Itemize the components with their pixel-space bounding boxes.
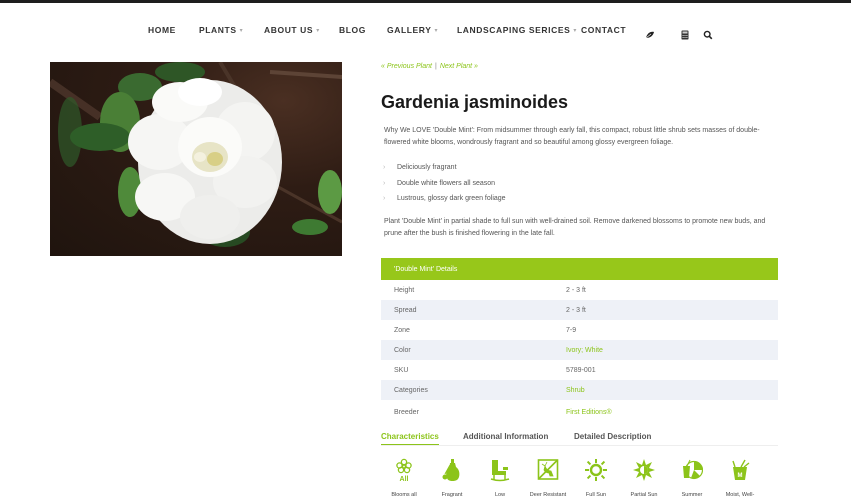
characteristic-label: Fragrant	[441, 492, 463, 498]
characteristic-low-maintenance: Low	[477, 458, 523, 498]
list-item: › Deliciously fragrant	[383, 160, 506, 176]
next-plant-link[interactable]: Next Plant »	[440, 63, 478, 70]
feature-text: Deliciously fragrant	[397, 164, 457, 172]
detail-key: Color	[394, 346, 411, 354]
list-item: › Lustrous, glossy dark green foliage	[383, 191, 506, 207]
detail-key: Categories	[394, 386, 428, 394]
characteristic-moist-well-drained: M Moist, Well-	[717, 458, 763, 498]
characteristic-partial-sun: Partial Sun	[621, 458, 667, 498]
svg-text:M: M	[738, 473, 743, 479]
moist-well-drained-icon: M	[732, 459, 750, 480]
leaf-icon[interactable]	[645, 27, 655, 39]
feature-list: › Deliciously fragrant › Double white flow…	[383, 160, 506, 207]
feature-text: Double white flowers all season	[397, 179, 496, 187]
details-heading: 'Double Mint' Details	[381, 258, 778, 280]
fragrant-icon	[442, 459, 460, 481]
characteristic-label: Partial Sun	[630, 492, 658, 498]
nav-plants[interactable]: PLANTS ▾	[199, 25, 243, 35]
low-maintenance-icon	[490, 460, 510, 482]
main-nav: HOME PLANTS ▾ ABOUT US ▾ BLOG GALLERY ▾ LAN…	[0, 25, 851, 39]
detail-value: 2 - 3 ft	[566, 306, 586, 314]
characteristic-label: Full Sun	[585, 492, 607, 498]
table-row: Spread 2 - 3 ft	[381, 300, 778, 320]
category-link[interactable]: Shrub	[566, 387, 585, 394]
characteristic-fragrant: Fragrant	[429, 458, 475, 498]
characteristics-row: All Blooms all Fragrant Low Deer Resista…	[381, 458, 778, 500]
plant-pager: « Previous Plant | Next Plant »	[381, 63, 478, 70]
detail-key: SKU	[394, 366, 409, 374]
table-row: Breeder First Editions®	[381, 400, 778, 424]
characteristic-summer: Summer	[669, 458, 715, 498]
nav-plants-label: PLANTS	[199, 25, 237, 35]
blooms-all-icon: All	[396, 458, 412, 482]
nav-blog-label: BLOG	[339, 25, 366, 35]
chevron-right-icon: ›	[383, 164, 386, 172]
table-row: Categories Shrub	[381, 380, 778, 400]
detail-key: Height	[394, 286, 415, 294]
search-icon[interactable]	[703, 27, 713, 40]
characteristic-label: Moist, Well-	[725, 492, 755, 498]
info-tabs: Characteristics Additional Information D…	[381, 430, 778, 446]
detail-key: Zone	[394, 326, 410, 334]
nav-landscaping-label: LANDSCAPING SERICES	[457, 25, 571, 35]
deer-resistant-icon	[537, 459, 559, 480]
chevron-down-icon: ▾	[573, 28, 578, 34]
detail-value: 7-9	[566, 326, 577, 334]
characteristic-label: Deer Resistant	[529, 492, 567, 498]
nav-contact-label: CONTACT	[581, 25, 627, 35]
table-row: Color Ivory; White	[381, 340, 778, 360]
svg-text:All: All	[400, 476, 409, 482]
tab-additional-information[interactable]: Additional Information	[463, 432, 548, 444]
details-table: 'Double Mint' Details Height 2 - 3 ft Spr…	[381, 258, 778, 424]
nav-home-label: HOME	[148, 25, 176, 35]
feature-text: Lustrous, glossy dark green foliage	[397, 195, 506, 203]
breeder-link[interactable]: First Editions®	[566, 409, 612, 416]
nav-about-us-label: ABOUT US	[264, 25, 314, 35]
detail-key: Breeder	[394, 408, 419, 416]
page-title: Gardenia jasminoides	[381, 92, 569, 112]
previous-plant-link[interactable]: « Previous Plant	[381, 63, 432, 70]
characteristic-deer-resistant: Deer Resistant	[525, 458, 571, 498]
nav-gallery[interactable]: GALLERY ▾	[387, 25, 438, 35]
calculator-icon[interactable]	[680, 27, 690, 40]
detail-value: 2 - 3 ft	[566, 286, 586, 294]
nav-landscaping-services[interactable]: LANDSCAPING SERICES ▾	[457, 25, 577, 35]
nav-gallery-label: GALLERY	[387, 25, 432, 35]
full-sun-icon	[585, 459, 607, 481]
list-item: › Double white flowers all season	[383, 176, 506, 192]
chevron-down-icon: ▾	[239, 28, 244, 34]
partial-sun-icon	[633, 459, 655, 481]
plant-photo	[50, 62, 342, 256]
plant-care-text: Plant 'Double Mint' in partial shade to …	[384, 218, 766, 237]
chevron-down-icon: ▾	[316, 28, 320, 34]
chevron-right-icon: ›	[383, 179, 386, 187]
table-row: Height 2 - 3 ft	[381, 280, 778, 300]
nav-contact[interactable]: CONTACT	[581, 25, 626, 35]
nav-about-us[interactable]: ABOUT US ▾	[264, 25, 320, 35]
pager-separator: |	[434, 63, 437, 70]
characteristic-label: Summer	[681, 492, 703, 498]
table-row: Zone 7-9	[381, 320, 778, 340]
characteristic-blooms-all: All Blooms all	[381, 458, 427, 498]
tab-characteristics[interactable]: Characteristics	[381, 432, 439, 445]
detail-value: 5789-001	[566, 366, 596, 374]
characteristic-full-sun: Full Sun	[573, 458, 619, 498]
nav-home[interactable]: HOME	[148, 25, 176, 35]
plant-intro: Why We LOVE 'Double Mint': From midsumme…	[384, 127, 760, 146]
table-row: SKU 5789-001	[381, 360, 778, 380]
color-link[interactable]: Ivory; White	[566, 347, 603, 354]
detail-key: Spread	[394, 306, 417, 314]
tab-detailed-description[interactable]: Detailed Description	[574, 432, 651, 444]
characteristic-label: Low	[494, 492, 506, 498]
chevron-down-icon: ▾	[434, 28, 439, 34]
characteristic-label: Blooms all	[391, 492, 417, 498]
chevron-right-icon: ›	[383, 195, 386, 203]
nav-blog[interactable]: BLOG	[339, 25, 366, 35]
top-bar	[0, 0, 851, 3]
summer-icon	[683, 459, 703, 480]
